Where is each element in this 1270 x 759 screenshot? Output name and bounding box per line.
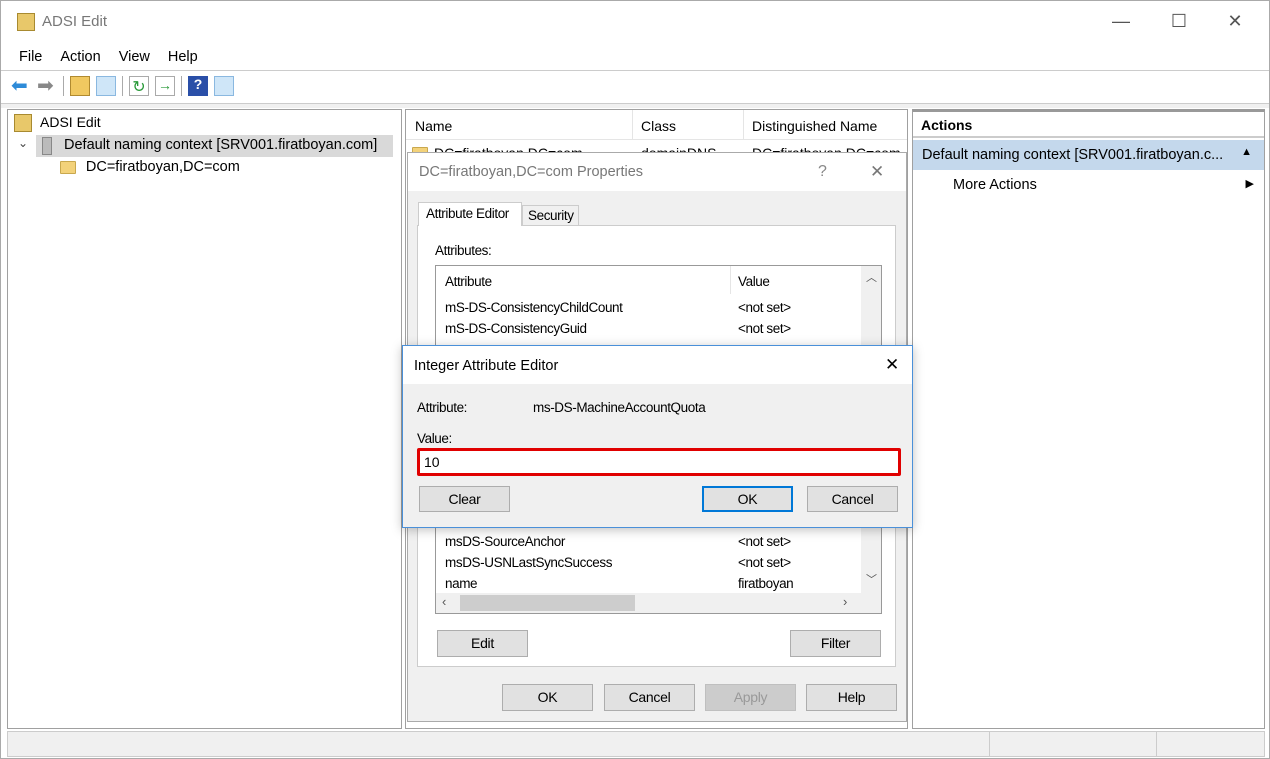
attribute-row[interactable]: mS-DS-ConsistencyGuid <not set> [436, 321, 861, 341]
column-value[interactable]: Value [738, 274, 770, 289]
column-attribute[interactable]: Attribute [445, 274, 492, 289]
integer-attribute-editor-dialog: Integer Attribute Editor ✕ Attribute: ms… [402, 345, 913, 528]
collapse-up-icon[interactable]: ▲ [1241, 146, 1252, 158]
tab-attribute-editor[interactable]: Attribute Editor [418, 202, 522, 226]
actions-pane: Actions Default naming context [SRV001.f… [912, 109, 1265, 729]
tree-root[interactable]: ADSI Edit [40, 114, 101, 130]
integer-editor-close-button[interactable]: ✕ [885, 355, 899, 375]
minimize-button[interactable]: — [1098, 11, 1144, 32]
refresh-icon[interactable]: ↻ [129, 76, 149, 96]
column-dn[interactable]: Distinguished Name [752, 118, 877, 134]
server-icon [42, 137, 52, 155]
chevron-down-icon[interactable]: ⌄ [18, 136, 28, 150]
apply-button[interactable]: Apply [705, 684, 796, 711]
attribute-row[interactable]: msDS-SourceAnchor <not set> [436, 534, 861, 554]
attribute-row[interactable]: msDS-USNLastSyncSuccess <not set> [436, 555, 861, 575]
properties-close-button[interactable]: ✕ [870, 162, 884, 182]
menu-help[interactable]: Help [168, 49, 198, 65]
help-question-button[interactable]: ? [818, 163, 827, 181]
value-input[interactable]: 10 [417, 448, 901, 476]
attribute-label: Attribute: [417, 400, 468, 415]
attribute-row[interactable]: mS-DS-ConsistencyChildCount <not set> [436, 300, 861, 320]
horizontal-scroll-thumb[interactable] [460, 595, 635, 611]
scroll-right-icon[interactable]: › [843, 594, 847, 609]
attribute-name: ms-DS-MachineAccountQuota [533, 400, 706, 415]
properties-help-button[interactable]: Help [806, 684, 897, 711]
column-name[interactable]: Name [415, 118, 452, 134]
close-button[interactable]: ✕ [1212, 11, 1258, 32]
properties-title-bar: DC=firatboyan,DC=com Properties ? ✕ [408, 153, 906, 191]
menu-file[interactable]: File [19, 49, 42, 65]
menu-bar: File Action View Help [19, 48, 216, 65]
forward-arrow-icon[interactable]: ➡ [37, 76, 57, 96]
show-hide-tree-icon[interactable] [96, 76, 116, 96]
tree-item-domain[interactable]: DC=firatboyan,DC=com [60, 158, 240, 175]
scroll-up-icon[interactable]: ︿ [866, 269, 877, 285]
submenu-arrow-icon: ▶ [1245, 178, 1254, 190]
integer-ok-button[interactable]: OK [702, 486, 793, 512]
menu-view[interactable]: View [119, 49, 150, 65]
clear-button[interactable]: Clear [419, 486, 510, 512]
value-label: Value: [417, 431, 452, 446]
scroll-down-icon[interactable]: ﹀ [866, 571, 877, 587]
window-title: ADSI Edit [42, 13, 108, 30]
attributes-header: Attribute Value [436, 266, 861, 294]
list-header: Name Class Distinguished Name [406, 110, 907, 140]
horizontal-scrollbar[interactable]: ‹ › [436, 593, 881, 613]
more-actions-item[interactable]: More Actions ▶ [913, 172, 1264, 198]
attribute-row[interactable]: name firatboyan [436, 576, 861, 593]
show-hide-action-pane-icon[interactable] [214, 76, 234, 96]
up-folder-icon[interactable] [70, 76, 90, 96]
properties-ok-button[interactable]: OK [502, 684, 593, 711]
back-arrow-icon[interactable]: ⬅ [11, 76, 31, 96]
attributes-label: Attributes: [435, 243, 492, 258]
tree-pane: ADSI Edit ⌄ Default naming context [SRV0… [7, 109, 402, 729]
adsi-edit-app-icon [17, 13, 35, 31]
status-bar [7, 731, 1265, 757]
toolbar: ⬅ ➡ ↻ → ? [11, 76, 234, 96]
menu-action[interactable]: Action [60, 49, 100, 65]
folder-icon [60, 160, 76, 174]
adsi-edit-icon [14, 114, 32, 132]
integer-editor-title-bar: Integer Attribute Editor ✕ [403, 346, 912, 384]
export-list-icon[interactable]: → [155, 76, 175, 96]
maximize-button[interactable]: ☐ [1156, 11, 1202, 32]
edit-button[interactable]: Edit [437, 630, 528, 657]
column-class[interactable]: Class [641, 118, 676, 134]
help-icon[interactable]: ? [188, 76, 208, 96]
actions-selected-context[interactable]: Default naming context [SRV001.firatboya… [913, 140, 1264, 170]
tree-item-default-naming-context[interactable]: Default naming context [SRV001.firatboya… [36, 135, 393, 157]
tab-security[interactable]: Security [522, 205, 579, 226]
integer-cancel-button[interactable]: Cancel [807, 486, 898, 512]
scroll-left-icon[interactable]: ‹ [442, 594, 446, 609]
filter-button[interactable]: Filter [790, 630, 881, 657]
properties-cancel-button[interactable]: Cancel [604, 684, 695, 711]
actions-header: Actions [913, 114, 1264, 138]
